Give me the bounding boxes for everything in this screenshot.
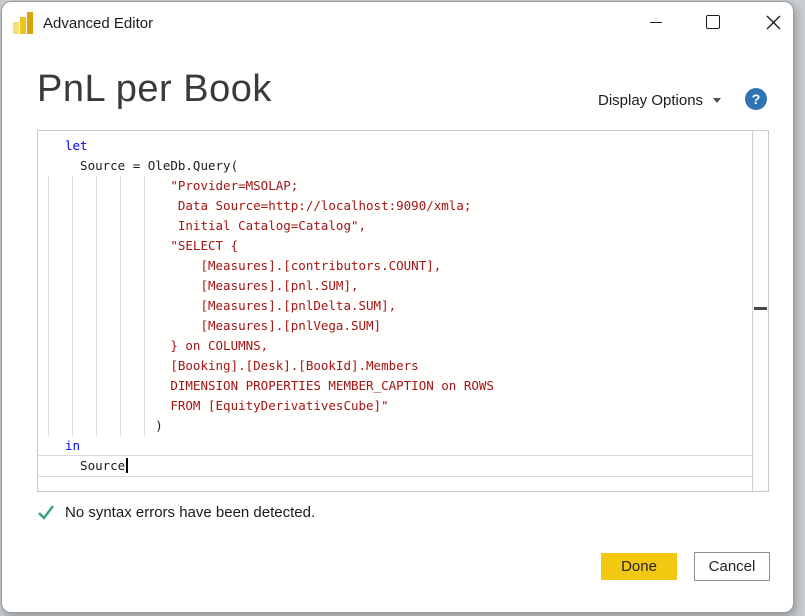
code-segment: FROM [EquityDerivativesCube]" xyxy=(65,398,389,413)
code-segment: "Provider=MSOLAP; xyxy=(65,178,298,193)
code-segment: [Measures].[pnlDelta.SUM], xyxy=(65,298,396,313)
code-line[interactable]: in xyxy=(38,436,752,456)
code-segment: in xyxy=(65,438,80,453)
code-segment: Initial Catalog=Catalog", xyxy=(65,218,366,233)
code-segment: [Booking].[Desk].[BookId].Members xyxy=(65,358,419,373)
code-line[interactable]: Source xyxy=(38,456,752,476)
display-options-dropdown[interactable]: Display Options xyxy=(598,87,721,113)
code-segment: [Measures].[pnlVega.SUM] xyxy=(65,318,381,333)
code-segment: Data Source=http://localhost:9090/xmla; xyxy=(65,198,471,213)
code-line[interactable]: Data Source=http://localhost:9090/xmla; xyxy=(38,196,752,216)
code-segment: [Measures].[contributors.COUNT], xyxy=(65,258,441,273)
title-bar: Advanced Editor xyxy=(2,2,793,46)
window-title: Advanced Editor xyxy=(43,15,153,32)
code-editor[interactable]: let Source = OleDb.Query( "Provider=MSOL… xyxy=(37,130,769,492)
maximize-button[interactable] xyxy=(690,2,736,42)
syntax-status: No syntax errors have been detected. xyxy=(38,504,315,521)
power-bi-logo-icon xyxy=(13,12,35,34)
code-line[interactable]: [Measures].[pnl.SUM], xyxy=(38,276,752,296)
help-button[interactable]: ? xyxy=(745,88,767,110)
editor-scrollbar[interactable] xyxy=(752,131,768,491)
minimize-button[interactable] xyxy=(633,2,679,42)
code-segment: Source xyxy=(65,458,125,473)
status-message: No syntax errors have been detected. xyxy=(65,504,315,521)
code-line[interactable]: Initial Catalog=Catalog", xyxy=(38,216,752,236)
code-line[interactable]: "SELECT { xyxy=(38,236,752,256)
code-line[interactable]: [Measures].[pnlVega.SUM] xyxy=(38,316,752,336)
code-segment: let xyxy=(65,138,88,153)
code-line[interactable]: FROM [EquityDerivativesCube]" xyxy=(38,396,752,416)
code-line[interactable]: [Booking].[Desk].[BookId].Members xyxy=(38,356,752,376)
code-lines: let Source = OleDb.Query( "Provider=MSOL… xyxy=(38,131,752,491)
display-options-label: Display Options xyxy=(598,92,703,109)
close-button[interactable] xyxy=(750,2,796,42)
done-button[interactable]: Done xyxy=(601,553,677,580)
code-line[interactable]: let xyxy=(38,136,752,156)
checkmark-icon xyxy=(38,505,55,520)
query-name-title: PnL per Book xyxy=(37,68,272,111)
code-segment: DIMENSION PROPERTIES MEMBER_CAPTION on R… xyxy=(65,378,494,393)
code-line[interactable]: ) xyxy=(38,416,752,436)
code-line[interactable]: "Provider=MSOLAP; xyxy=(38,176,752,196)
code-segment: ) xyxy=(65,418,163,433)
code-segment: } on COLUMNS, xyxy=(65,338,268,353)
code-line[interactable]: [Measures].[contributors.COUNT], xyxy=(38,256,752,276)
code-line[interactable]: DIMENSION PROPERTIES MEMBER_CAPTION on R… xyxy=(38,376,752,396)
scrollbar-thumb[interactable] xyxy=(754,307,767,310)
code-segment: "SELECT { xyxy=(65,238,238,253)
code-segment: Source = OleDb.Query( xyxy=(65,158,238,173)
cancel-button[interactable]: Cancel xyxy=(694,552,770,581)
chevron-down-icon xyxy=(713,98,721,103)
close-icon xyxy=(766,15,781,30)
help-icon: ? xyxy=(752,91,761,107)
text-caret xyxy=(126,458,128,473)
maximize-icon xyxy=(706,15,720,29)
code-line[interactable]: } on COLUMNS, xyxy=(38,336,752,356)
minimize-icon xyxy=(650,22,662,23)
code-segment: [Measures].[pnl.SUM], xyxy=(65,278,359,293)
code-line[interactable]: [Measures].[pnlDelta.SUM], xyxy=(38,296,752,316)
advanced-editor-dialog: Advanced Editor PnL per Book Display Opt… xyxy=(1,1,794,613)
code-line[interactable]: Source = OleDb.Query( xyxy=(38,156,752,176)
